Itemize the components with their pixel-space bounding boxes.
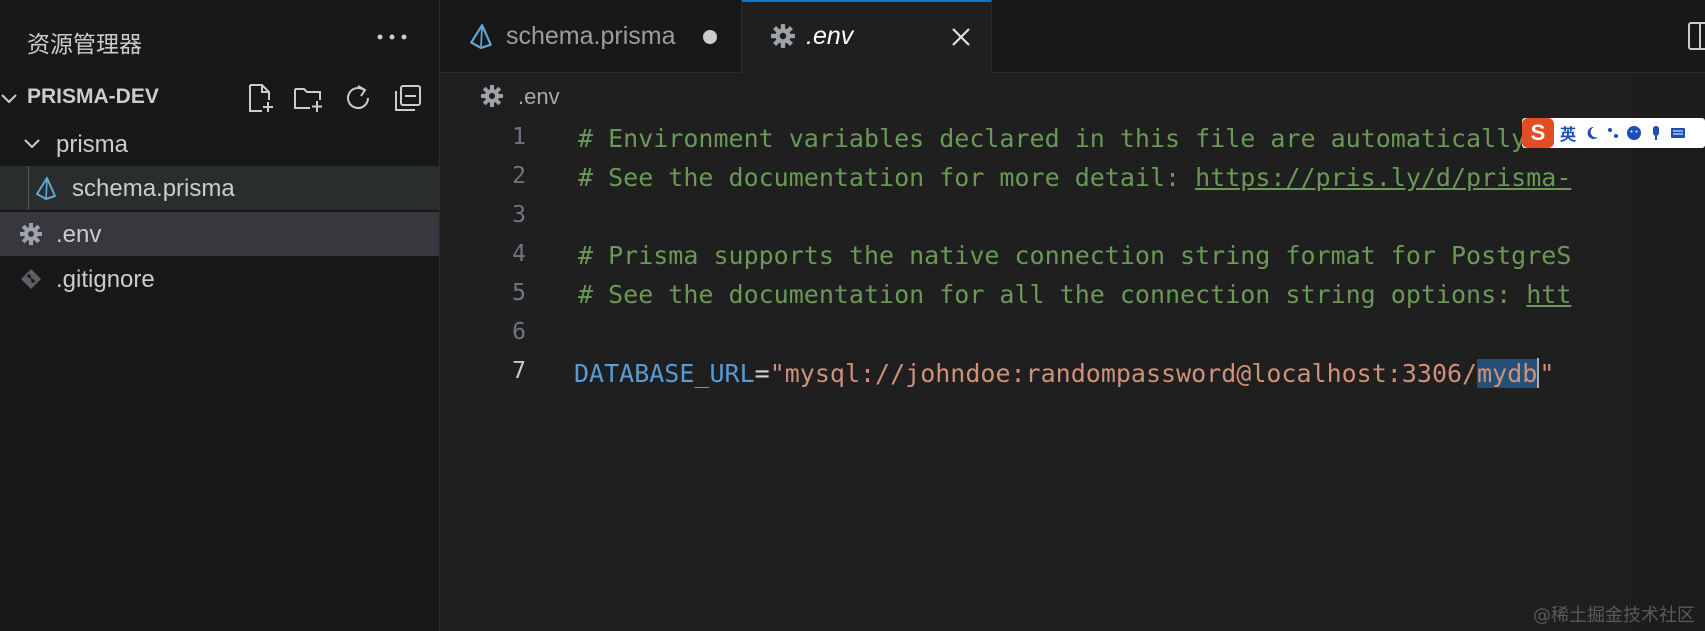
selected-text: mydb	[1477, 359, 1538, 388]
code-line-current: 7 DATABASE_URL="mysql://johndoe:randompa…	[440, 354, 1630, 394]
punctuation-icon[interactable]	[1606, 125, 1622, 141]
code-text: # Prisma supports the native connection …	[578, 241, 1572, 270]
watermark: @稀土掘金技术社区	[1533, 605, 1695, 626]
prisma-icon	[470, 24, 492, 49]
tree-item-label: .env	[56, 221, 102, 248]
line-number: 5	[512, 280, 526, 306]
tree-item-label: prisma	[56, 131, 129, 158]
env-value: "mysql://johndoe:randompassword@localhos…	[769, 359, 1478, 388]
workspace-folder-header[interactable]: PRISMA-DEV	[0, 76, 439, 120]
env-key: DATABASE_URL	[574, 359, 755, 388]
code-text: # See the documentation for all the conn…	[578, 280, 1571, 309]
collapse-all-icon[interactable]	[392, 82, 424, 114]
line-number: 4	[512, 241, 526, 267]
code-line: 5 # See the documentation for all the co…	[440, 276, 1630, 316]
ime-toolbar[interactable]: S 英	[1522, 118, 1705, 148]
line-number: 2	[512, 163, 526, 189]
code-editor[interactable]: 1 # Environment variables declared in th…	[440, 120, 1630, 631]
unsaved-indicator[interactable]	[703, 30, 717, 44]
tree-item-gitignore[interactable]: .gitignore	[0, 257, 439, 301]
close-icon[interactable]	[950, 26, 972, 48]
editor-tab-bar: schema.prisma .env	[440, 0, 1705, 73]
code-line: 4 # Prisma supports the native connectio…	[440, 237, 1630, 277]
code-line: 1 # Environment variables declared in th…	[440, 120, 1630, 160]
tree-item-prisma-folder[interactable]: prisma	[0, 122, 439, 166]
moon-icon[interactable]	[1584, 125, 1600, 141]
new-file-icon[interactable]	[244, 82, 276, 114]
line-number: 6	[512, 319, 526, 345]
workspace-folder-name: PRISMA-DEV	[27, 85, 159, 108]
breadcrumb-item-env[interactable]: .env	[518, 84, 560, 110]
code-line: 6	[440, 315, 1630, 355]
breadcrumb: .env	[440, 74, 1640, 118]
refresh-icon[interactable]	[342, 82, 374, 114]
code-text: # Environment variables declared in this…	[578, 124, 1572, 153]
code-line: 2 # See the documentation for more detai…	[440, 159, 1630, 199]
code-line: 3	[440, 198, 1630, 238]
tab-label: .env	[806, 22, 854, 50]
prisma-icon	[36, 177, 56, 200]
git-icon	[21, 269, 41, 289]
ime-language-toggle[interactable]: 英	[1560, 121, 1576, 145]
code-text: DATABASE_URL="mysql://johndoe:randompass…	[574, 358, 1554, 388]
tree-item-label: .gitignore	[56, 266, 155, 293]
split-editor-icon[interactable]	[1688, 22, 1705, 50]
tab-label: schema.prisma	[506, 22, 676, 50]
comment-text: # See the documentation for more detail:	[578, 163, 1196, 192]
comment-text: # See the documentation for all the conn…	[578, 280, 1527, 309]
microphone-icon[interactable]	[1648, 125, 1664, 141]
explorer-sidebar: 资源管理器 PRISMA-DEV prisma schema.prisma .e…	[0, 0, 440, 631]
code-link[interactable]: https://pris.ly/d/prisma-	[1195, 163, 1571, 192]
more-actions-icon[interactable]	[375, 27, 409, 47]
gear-icon	[20, 223, 42, 245]
gear-icon	[771, 24, 795, 48]
chevron-down-icon	[24, 139, 40, 149]
minimap[interactable]	[1630, 74, 1705, 631]
tree-item-label: schema.prisma	[72, 175, 235, 202]
code-text: # See the documentation for more detail:…	[578, 163, 1571, 192]
ime-logo: S	[1522, 118, 1554, 148]
tree-item-env[interactable]: .env	[0, 212, 439, 256]
tree-item-schema-prisma[interactable]: schema.prisma	[0, 166, 439, 210]
line-number: 1	[512, 124, 526, 150]
explorer-title: 资源管理器	[27, 32, 142, 58]
tab-env[interactable]: .env	[742, 0, 992, 73]
emoji-icon[interactable]	[1626, 125, 1642, 141]
gear-icon	[481, 85, 503, 107]
chevron-down-icon	[1, 94, 17, 104]
keyboard-icon[interactable]	[1670, 125, 1686, 141]
tab-schema-prisma[interactable]: schema.prisma	[440, 0, 742, 72]
explorer-header: 资源管理器	[0, 0, 439, 76]
line-number: 3	[512, 202, 526, 228]
line-number: 7	[512, 358, 526, 384]
code-link[interactable]: htt	[1526, 280, 1571, 309]
new-folder-icon[interactable]	[292, 82, 324, 114]
indent-guide	[28, 166, 29, 210]
assign-operator: =	[754, 359, 770, 388]
env-value-quote: "	[1539, 359, 1555, 388]
